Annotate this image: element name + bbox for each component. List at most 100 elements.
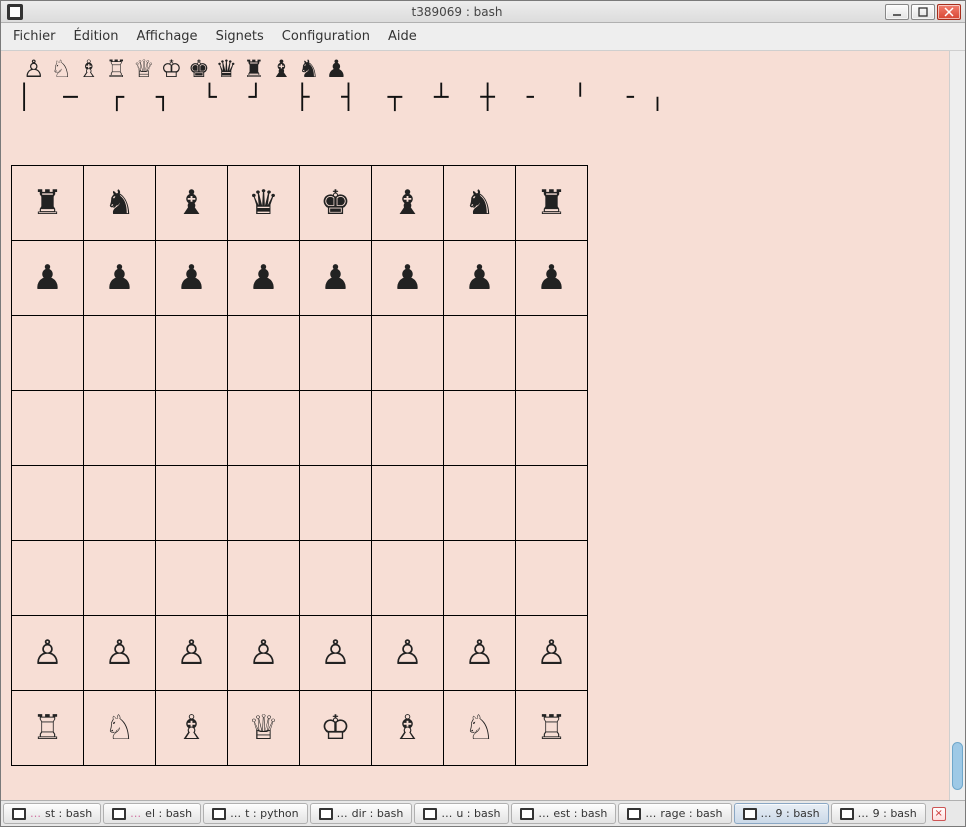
board-square[interactable] — [228, 390, 300, 465]
board-row: ♖♘♗♕♔♗♘♖ — [12, 690, 588, 765]
board-square[interactable]: ♞ — [84, 165, 156, 240]
board-square[interactable]: ♝ — [372, 165, 444, 240]
board-square[interactable]: ♜ — [516, 165, 588, 240]
board-square[interactable] — [84, 465, 156, 540]
task-button[interactable]: …t : python — [203, 803, 308, 824]
board-square[interactable]: ♖ — [12, 690, 84, 765]
task-button[interactable]: …est : bash — [511, 803, 616, 824]
scrollbar-thumb[interactable] — [952, 742, 963, 790]
task-button[interactable]: …9 : bash — [831, 803, 926, 824]
task-button[interactable]: …dir : bash — [310, 803, 413, 824]
board-square[interactable]: ♙ — [516, 615, 588, 690]
board-square[interactable] — [84, 540, 156, 615]
task-button[interactable]: …9 : bash — [734, 803, 829, 824]
window-title: t389069 : bash — [29, 5, 885, 19]
board-square[interactable] — [156, 390, 228, 465]
piece-glyph: ♚ — [188, 57, 210, 81]
board-square[interactable] — [300, 465, 372, 540]
board-square[interactable]: ♝ — [156, 165, 228, 240]
board-square[interactable]: ♟ — [372, 240, 444, 315]
board-square[interactable]: ♘ — [84, 690, 156, 765]
board-square[interactable] — [300, 390, 372, 465]
task-button[interactable]: …st : bash — [3, 803, 101, 824]
task-button[interactable]: …rage : bash — [618, 803, 731, 824]
board-square[interactable]: ♙ — [84, 615, 156, 690]
board-square[interactable]: ♚ — [300, 165, 372, 240]
board-square[interactable]: ♖ — [516, 690, 588, 765]
close-tab-button[interactable]: × — [932, 807, 946, 821]
board-square[interactable] — [156, 540, 228, 615]
board-square[interactable] — [84, 390, 156, 465]
menu-fichier[interactable]: Fichier — [13, 29, 56, 44]
board-square[interactable] — [516, 540, 588, 615]
board-square[interactable] — [516, 315, 588, 390]
board-square[interactable] — [372, 390, 444, 465]
terminal-content[interactable]: ♙♘♗♖♕♔♚♛♜♝♞♟ │ ─ ┌ ┐ └ ┘ ├ ┤ ┬ ┴ ┼ ╴ ╵ ╶… — [1, 51, 949, 800]
menu-édition[interactable]: Édition — [74, 29, 119, 44]
task-button[interactable]: …el : bash — [103, 803, 201, 824]
task-prefix: … — [761, 807, 772, 820]
board-square[interactable] — [228, 465, 300, 540]
board-square[interactable] — [300, 315, 372, 390]
board-square[interactable] — [372, 315, 444, 390]
board-row: ♙♙♙♙♙♙♙♙ — [12, 615, 588, 690]
task-prefix: … — [30, 807, 41, 820]
board-square[interactable] — [372, 540, 444, 615]
board-square[interactable] — [84, 315, 156, 390]
board-square[interactable]: ♘ — [444, 690, 516, 765]
board-square[interactable]: ♙ — [444, 615, 516, 690]
board-square[interactable]: ♟ — [228, 240, 300, 315]
close-button[interactable] — [937, 4, 961, 20]
board-square[interactable]: ♙ — [228, 615, 300, 690]
board-square[interactable]: ♙ — [156, 615, 228, 690]
menu-signets[interactable]: Signets — [216, 29, 264, 44]
board-square[interactable]: ♙ — [300, 615, 372, 690]
board-square[interactable] — [228, 315, 300, 390]
board-square[interactable] — [12, 315, 84, 390]
menu-configuration[interactable]: Configuration — [282, 29, 370, 44]
board-square[interactable]: ♞ — [444, 165, 516, 240]
menubar: Fichier Édition Affichage Signets Configurat… — [1, 23, 965, 51]
board-square[interactable] — [12, 540, 84, 615]
board-square[interactable] — [444, 465, 516, 540]
board-square[interactable]: ♛ — [228, 165, 300, 240]
board-square[interactable]: ♟ — [12, 240, 84, 315]
board-square[interactable] — [516, 465, 588, 540]
menu-aide[interactable]: Aide — [388, 29, 417, 44]
task-label: dir : bash — [352, 807, 404, 820]
board-square[interactable]: ♙ — [372, 615, 444, 690]
vertical-scrollbar[interactable] — [949, 51, 965, 800]
board-square[interactable]: ♟ — [300, 240, 372, 315]
board-square[interactable] — [372, 465, 444, 540]
board-row — [12, 390, 588, 465]
task-button[interactable]: …u : bash — [414, 803, 509, 824]
board-square[interactable]: ♙ — [12, 615, 84, 690]
task-label: rage : bash — [660, 807, 722, 820]
minimize-button[interactable] — [885, 4, 909, 20]
board-square[interactable] — [516, 390, 588, 465]
board-square[interactable]: ♟ — [516, 240, 588, 315]
board-square[interactable] — [156, 315, 228, 390]
board-square[interactable] — [444, 315, 516, 390]
board-square[interactable] — [228, 540, 300, 615]
board-square[interactable]: ♗ — [156, 690, 228, 765]
board-square[interactable]: ♟ — [444, 240, 516, 315]
board-square[interactable]: ♟ — [156, 240, 228, 315]
board-square[interactable]: ♗ — [372, 690, 444, 765]
board-square[interactable] — [300, 540, 372, 615]
piece-glyph: ♜ — [243, 57, 265, 81]
task-label: est : bash — [553, 807, 607, 820]
maximize-button[interactable] — [911, 4, 935, 20]
board-square[interactable] — [12, 390, 84, 465]
board-square[interactable]: ♕ — [228, 690, 300, 765]
board-square[interactable]: ♜ — [12, 165, 84, 240]
menu-affichage[interactable]: Affichage — [136, 29, 197, 44]
board-square[interactable] — [12, 465, 84, 540]
board-square[interactable] — [444, 540, 516, 615]
piece-glyph: ♟ — [326, 57, 348, 81]
task-label: el : bash — [145, 807, 192, 820]
board-square[interactable]: ♔ — [300, 690, 372, 765]
board-square[interactable]: ♟ — [84, 240, 156, 315]
board-square[interactable] — [444, 390, 516, 465]
board-square[interactable] — [156, 465, 228, 540]
